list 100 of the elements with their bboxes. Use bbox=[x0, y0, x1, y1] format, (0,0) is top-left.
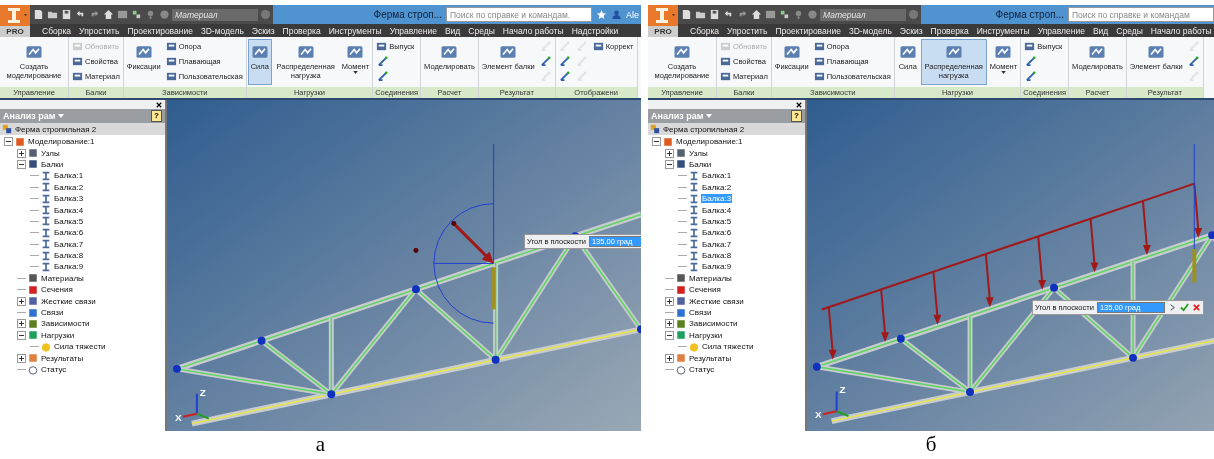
expand-toggle[interactable] bbox=[17, 159, 26, 169]
search-field[interactable]: Поиск по справке и командам. bbox=[446, 7, 592, 22]
menu-tab[interactable]: Управление bbox=[385, 25, 441, 36]
menu-tab[interactable]: Инструменты bbox=[324, 25, 386, 36]
menu-tab[interactable]: Инструменты bbox=[972, 25, 1034, 36]
force-vector-drawing[interactable] bbox=[413, 143, 496, 324]
tree-item[interactable]: Связи bbox=[40, 308, 65, 318]
tree-item[interactable]: Балка:9 bbox=[53, 262, 85, 272]
help-button[interactable]: ? bbox=[151, 110, 162, 122]
folder-icon[interactable] bbox=[47, 9, 58, 20]
tree-item[interactable]: Балка:2 bbox=[53, 182, 85, 192]
new-file-icon[interactable] bbox=[681, 9, 692, 20]
menu-tab[interactable]: Вид bbox=[440, 25, 465, 36]
expand-toggle[interactable] bbox=[665, 353, 674, 363]
caret-icon[interactable] bbox=[706, 114, 713, 118]
help-button[interactable]: ? bbox=[791, 110, 802, 122]
close-icon[interactable] bbox=[796, 101, 802, 108]
tree-item[interactable]: Статус bbox=[40, 365, 68, 374]
expand-toggle[interactable] bbox=[17, 330, 26, 340]
tree-item[interactable]: Балка:9 bbox=[701, 262, 733, 272]
tree-item[interactable]: Балка:3 bbox=[53, 194, 85, 204]
blocks-icon[interactable] bbox=[131, 9, 142, 20]
bulb-icon[interactable] bbox=[793, 9, 804, 20]
globe-icon[interactable] bbox=[159, 9, 170, 20]
tree-item[interactable]: Зависимости bbox=[40, 319, 91, 329]
close-icon[interactable] bbox=[156, 101, 162, 108]
expand-toggle[interactable] bbox=[17, 319, 26, 329]
expand-toggle[interactable] bbox=[652, 137, 661, 147]
blocks-icon[interactable] bbox=[779, 9, 790, 20]
save-icon[interactable] bbox=[709, 9, 720, 20]
tree-item[interactable]: Балка:8 bbox=[701, 251, 733, 261]
tree-item[interactable]: Нагрузки bbox=[40, 330, 76, 340]
expand-toggle[interactable] bbox=[17, 296, 26, 306]
tree-item[interactable]: Балки bbox=[40, 159, 65, 169]
tree-item[interactable]: Балка:8 bbox=[53, 251, 85, 261]
tree-item[interactable]: Сечения bbox=[688, 285, 722, 295]
search-field[interactable]: Поиск по справке и командам bbox=[1068, 7, 1214, 22]
dropdown-caret-icon[interactable] bbox=[352, 71, 358, 74]
menu-tab[interactable]: Проверка bbox=[926, 25, 973, 36]
menu-tab[interactable]: Сборка bbox=[38, 25, 76, 36]
expand-toggle[interactable] bbox=[665, 148, 674, 158]
star-icon[interactable] bbox=[596, 9, 607, 20]
tree-item[interactable]: Балка:6 bbox=[53, 228, 85, 238]
tree-item[interactable]: Балка:1 bbox=[701, 171, 733, 181]
tree-item[interactable]: Балка:5 bbox=[53, 216, 85, 226]
material-field[interactable]: Материал bbox=[172, 8, 258, 21]
tree-item[interactable]: Балка:7 bbox=[53, 239, 85, 249]
tree-item[interactable]: Сила тяжести bbox=[53, 342, 107, 352]
home-icon[interactable] bbox=[103, 9, 114, 20]
menu-tab[interactable]: Сборка bbox=[686, 25, 724, 36]
tree-item[interactable]: Балка:7 bbox=[701, 239, 733, 249]
checkmark-icon[interactable] bbox=[1179, 303, 1189, 312]
tree-item[interactable]: Жесткие связи bbox=[40, 296, 97, 306]
menu-tab[interactable]: Вид bbox=[1088, 25, 1113, 36]
menu-tab[interactable]: 3D-модель bbox=[196, 25, 248, 36]
menu-tab[interactable]: Упростить bbox=[723, 25, 772, 36]
tree-item[interactable]: Сила тяжести bbox=[701, 342, 755, 352]
dropdown-caret-icon[interactable] bbox=[1000, 71, 1006, 74]
globe-icon[interactable] bbox=[807, 9, 818, 20]
tree-item[interactable]: Балка:1 bbox=[53, 171, 85, 181]
tree-item[interactable]: Балки bbox=[688, 159, 713, 169]
menu-tab[interactable]: Управление bbox=[1033, 25, 1089, 36]
expand-toggle[interactable] bbox=[665, 296, 674, 306]
tree-item[interactable]: Материалы bbox=[40, 273, 85, 283]
tree-item[interactable]: Узлы bbox=[40, 148, 61, 158]
expand-toggle[interactable] bbox=[4, 137, 13, 147]
save-icon[interactable] bbox=[61, 9, 72, 20]
tree-item[interactable]: Балка:6 bbox=[701, 228, 733, 238]
tree-item[interactable]: Результаты bbox=[688, 353, 733, 363]
menu-tab[interactable]: Надстройки bbox=[567, 25, 623, 36]
distributed-load-drawing[interactable] bbox=[820, 143, 1203, 360]
expand-toggle[interactable] bbox=[17, 148, 26, 158]
caret-icon[interactable] bbox=[58, 114, 65, 118]
tree-item[interactable]: Материалы bbox=[688, 273, 733, 283]
tree-item[interactable]: Балка:4 bbox=[53, 205, 85, 215]
menu-tab[interactable]: Среды bbox=[464, 25, 499, 36]
menu-tab[interactable]: Эскиз bbox=[895, 25, 927, 36]
tree-item[interactable]: Балка:5 bbox=[701, 216, 733, 226]
bulb-icon[interactable] bbox=[145, 9, 156, 20]
menu-tab[interactable]: Проверка bbox=[278, 25, 325, 36]
tree-item[interactable]: Зависимости bbox=[688, 319, 739, 329]
menu-tab[interactable]: Начало работы bbox=[498, 25, 568, 36]
tree-item[interactable]: Сечения bbox=[40, 285, 74, 295]
expand-toggle[interactable] bbox=[665, 330, 674, 340]
menu-tab[interactable]: Среды bbox=[1112, 25, 1147, 36]
tree-item[interactable]: Моделирование:1 bbox=[675, 137, 744, 147]
tree-item[interactable]: Статус bbox=[688, 365, 716, 374]
material-field[interactable]: Материал bbox=[820, 8, 906, 21]
tree-item[interactable]: Жесткие связи bbox=[688, 296, 745, 306]
expand-toggle[interactable] bbox=[17, 353, 26, 363]
tree-item[interactable]: Узлы bbox=[688, 148, 709, 158]
menu-tab[interactable]: Проектирование bbox=[771, 25, 845, 36]
expand-toggle[interactable] bbox=[665, 159, 674, 169]
expand-toggle[interactable] bbox=[665, 319, 674, 329]
tree-item[interactable]: Связи bbox=[688, 308, 713, 318]
tree-item[interactable]: Балка:4 bbox=[701, 205, 733, 215]
menu-tab[interactable]: Начало работы bbox=[1146, 25, 1214, 36]
folder-icon[interactable] bbox=[695, 9, 706, 20]
home-icon[interactable] bbox=[751, 9, 762, 20]
menu-tab[interactable]: 3D-модель bbox=[844, 25, 896, 36]
